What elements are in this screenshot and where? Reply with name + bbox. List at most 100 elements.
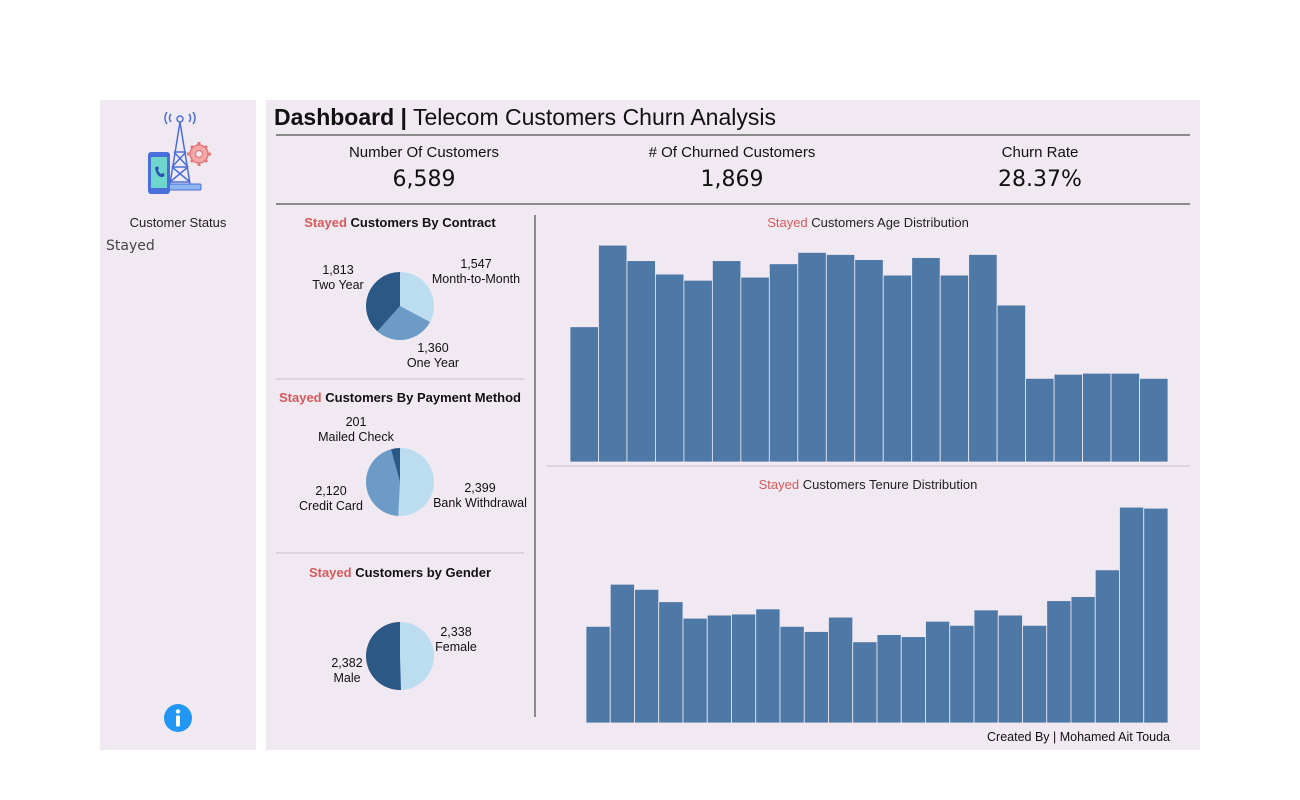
histogram-bar[interactable]: [755, 608, 781, 723]
kpi-label: # Of Churned Customers: [648, 144, 816, 161]
pie-label-credit-card: 2,120 Credit Card: [291, 484, 371, 514]
title-prefix: Stayed: [304, 215, 347, 230]
kpi-customers: Number Of Customers 6,589: [274, 144, 574, 192]
histogram-bar[interactable]: [779, 625, 805, 723]
histogram-bar[interactable]: [828, 616, 854, 723]
info-icon[interactable]: [163, 703, 193, 733]
histogram-bar[interactable]: [1070, 596, 1096, 723]
histogram-bar[interactable]: [570, 326, 599, 462]
page-title: Dashboard | Telecom Customers Churn Anal…: [274, 104, 776, 131]
histogram-bar[interactable]: [711, 260, 742, 462]
telecom-tower-phone-gear-icon: [148, 112, 211, 194]
kpi-value: 28.37%: [998, 167, 1082, 192]
pie-label-value: 2,338: [440, 625, 472, 639]
pie-label-name: Credit Card: [299, 499, 363, 513]
histogram-bar[interactable]: [706, 614, 732, 723]
histogram-bar[interactable]: [1110, 372, 1140, 462]
column-divider: [534, 215, 536, 717]
pie-label-name: Month-to-Month: [431, 272, 521, 286]
kpi-label: Churn Rate: [1001, 144, 1079, 161]
pie-label-name: Female: [435, 640, 477, 654]
footer-credit: Created By | Mohamed Ait Touda: [987, 730, 1170, 744]
histogram-bar[interactable]: [609, 583, 635, 723]
histogram-bar[interactable]: [731, 613, 757, 723]
section-separator: [276, 378, 524, 380]
histogram-bar[interactable]: [1082, 372, 1112, 462]
main-panel: Dashboard | Telecom Customers Churn Anal…: [266, 100, 1200, 750]
histogram-bar[interactable]: [900, 636, 926, 723]
title-divider: [276, 134, 1190, 136]
histogram-bar[interactable]: [1143, 507, 1168, 723]
histogram-bar[interactable]: [683, 279, 713, 462]
pie-label-one-year: 1,360 One Year: [393, 341, 473, 371]
histogram-bar[interactable]: [682, 617, 708, 723]
histogram-bar[interactable]: [586, 625, 611, 723]
kpi-churn-rate: Churn Rate 28.37%: [890, 144, 1190, 192]
pie-label-name: Mailed Check: [318, 430, 394, 444]
histogram-bar[interactable]: [655, 273, 685, 462]
histogram-bar[interactable]: [1046, 600, 1072, 723]
title-prefix: Stayed: [767, 215, 808, 230]
title-text: Customers Age Distribution: [807, 215, 969, 230]
pie-label-mailed-check: 201 Mailed Check: [306, 415, 406, 445]
histogram-bar[interactable]: [997, 614, 1023, 723]
title-prefix: Stayed: [278, 390, 322, 405]
histogram-bar[interactable]: [1139, 377, 1168, 462]
histogram-bar[interactable]: [852, 641, 878, 723]
histogram-bar[interactable]: [626, 260, 656, 462]
kpi-label: Number Of Customers: [348, 144, 500, 161]
histogram-bar[interactable]: [825, 254, 856, 462]
title-text: Customers Tenure Distribution: [799, 477, 978, 492]
pie-label-value: 1,547: [460, 257, 492, 271]
histogram-bar[interactable]: [598, 244, 628, 462]
pie-label-bank-withdrawal: 2,399 Bank Withdrawal: [430, 481, 530, 511]
pie-label-female: 2,338 Female: [426, 625, 486, 655]
histogram-bar[interactable]: [882, 274, 913, 462]
histogram-bar[interactable]: [1119, 506, 1145, 723]
pie-label-month-to-month: 1,547 Month-to-Month: [426, 257, 526, 287]
histogram-bar[interactable]: [996, 304, 1027, 462]
histogram-bar[interactable]: [803, 631, 829, 723]
histogram-bar[interactable]: [1025, 377, 1055, 462]
title-prefix: Stayed: [308, 565, 352, 580]
histogram-bar[interactable]: [1022, 624, 1048, 723]
title-text: Customers By Contract: [346, 215, 496, 230]
histogram-bar[interactable]: [740, 276, 770, 462]
histogram-bar[interactable]: [634, 588, 660, 723]
customer-status-filter[interactable]: Stayed: [106, 238, 155, 254]
title-text: Customers By Payment Method: [321, 390, 521, 405]
pie-label-name: Two Year: [312, 278, 364, 292]
section-separator: [276, 552, 524, 554]
age-histogram: [570, 244, 1168, 462]
histogram-bar[interactable]: [973, 609, 999, 723]
histogram-bar[interactable]: [1053, 373, 1083, 462]
tenure-histogram: [586, 506, 1168, 723]
histogram-bar[interactable]: [876, 634, 902, 723]
pie-label-name: Bank Withdrawal: [433, 496, 527, 510]
kpi-churned: # Of Churned Customers 1,869: [582, 144, 882, 192]
histogram-bar[interactable]: [658, 601, 684, 723]
pie-label-value: 2,382: [331, 656, 363, 670]
histogram-bar[interactable]: [925, 620, 951, 723]
contract-title: Stayed Customers By Contract: [276, 215, 524, 230]
histogram-bar[interactable]: [968, 254, 998, 462]
histogram-bar[interactable]: [1094, 569, 1120, 723]
kpi-value: 6,589: [392, 167, 456, 192]
kpi-value: 1,869: [700, 167, 764, 192]
kpi-divider: [276, 203, 1190, 205]
tenure-chart-title: Stayed Customers Tenure Distribution: [546, 477, 1190, 492]
pie-label-name: Male: [333, 671, 361, 685]
filter-label: Customer Status: [129, 215, 227, 230]
gender-title: Stayed Customers by Gender: [276, 565, 524, 580]
histogram-bar[interactable]: [949, 624, 975, 723]
title-rest: Telecom Customers Churn Analysis: [412, 104, 776, 130]
histogram-bar[interactable]: [911, 257, 941, 462]
title-bold: Dashboard |: [274, 104, 407, 130]
histogram-bar[interactable]: [797, 251, 827, 462]
pie-slice-bank-withdrawal[interactable]: [398, 448, 434, 516]
histogram-bar[interactable]: [768, 263, 799, 462]
chart-separator: [546, 465, 1190, 467]
histogram-bar[interactable]: [854, 259, 884, 462]
histogram-bar[interactable]: [939, 274, 970, 462]
pie-label-value: 2,120: [315, 484, 347, 498]
